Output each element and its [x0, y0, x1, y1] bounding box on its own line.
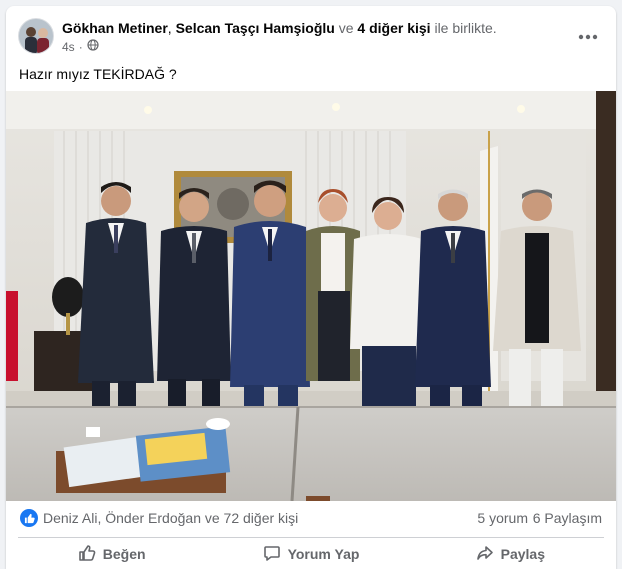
share-button-label: Paylaş [500, 546, 545, 562]
author-line: Gökhan Metiner, Selcan Taşçı Hamşioğlu v… [62, 20, 497, 37]
author-separator: , [167, 20, 176, 36]
reactions-row: Deniz Ali, Önder Erdoğan ve 72 diğer kiş… [6, 501, 616, 533]
post-header: Gökhan Metiner, Selcan Taşçı Hamşioğlu v… [6, 6, 616, 56]
more-horizontal-icon [578, 27, 598, 45]
post-card: Gökhan Metiner, Selcan Taşçı Hamşioğlu v… [6, 6, 616, 569]
author-name-secondary[interactable]: Selcan Taşçı Hamşioğlu [176, 20, 335, 36]
post-meta: 4s · [62, 39, 99, 54]
post-time[interactable]: 4s [62, 40, 75, 54]
comment-button-label: Yorum Yap [287, 546, 360, 562]
like-button[interactable]: Beğen [12, 539, 211, 569]
comment-button[interactable]: Yorum Yap [211, 539, 410, 569]
globe-icon [87, 39, 99, 54]
author-with: ve [334, 20, 358, 36]
actions-divider [18, 537, 604, 538]
post-photo[interactable] [6, 91, 616, 501]
share-button[interactable]: Paylaş [411, 539, 610, 569]
post-actions: Beğen Yorum Yap Paylaş [12, 539, 610, 569]
author-others-link[interactable]: 4 diğer kişi [357, 20, 430, 36]
post-options-button[interactable] [570, 18, 606, 54]
author-avatar[interactable] [18, 18, 54, 54]
like-button-label: Beğen [102, 546, 146, 562]
author-suffix: ile birlikte. [430, 20, 497, 36]
like-icon[interactable] [20, 509, 38, 527]
comments-count[interactable]: 5 yorum [477, 510, 528, 526]
shares-count[interactable]: 6 Paylaşım [533, 510, 602, 526]
author-name-primary[interactable]: Gökhan Metiner [62, 20, 168, 36]
reaction-names[interactable]: Deniz Ali, Önder Erdoğan ve 72 diğer kiş… [43, 510, 298, 526]
post-caption: Hazır mıyız TEKİRDAĞ ? [19, 66, 177, 82]
comment-icon [263, 544, 281, 565]
thumbs-up-icon [78, 544, 96, 565]
share-icon [476, 544, 494, 565]
